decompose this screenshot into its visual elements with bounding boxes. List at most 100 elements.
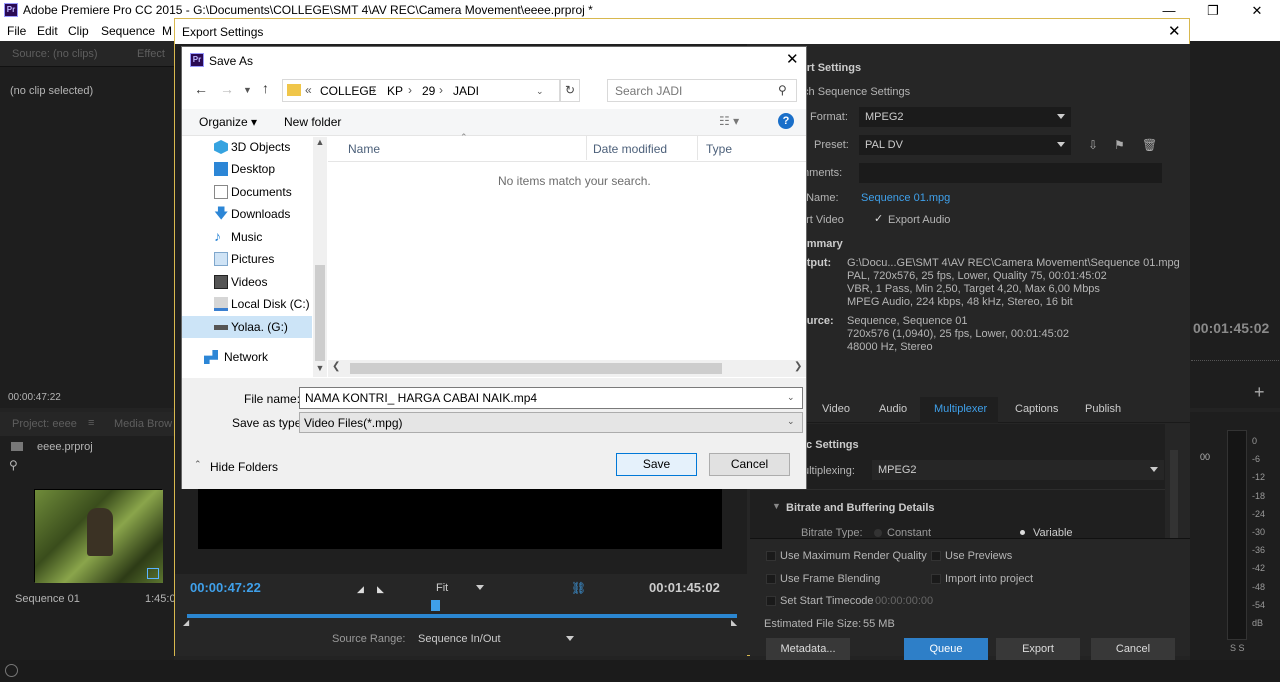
tab-video[interactable]: Video xyxy=(822,403,850,415)
column-divider[interactable] xyxy=(697,136,698,160)
tree-local-disk[interactable]: Local Disk (C:) xyxy=(182,293,312,315)
path-kp[interactable]: KP xyxy=(387,84,403,98)
settings-scrollbar[interactable] xyxy=(1170,450,1178,538)
path-29[interactable]: 29 xyxy=(422,84,435,98)
max-render-checkbox[interactable] xyxy=(766,551,776,561)
save-type-dropdown-icon[interactable]: ⌄ xyxy=(787,416,795,427)
import-preset-icon[interactable]: ⚑ xyxy=(1114,138,1125,152)
multiplexing-dropdown[interactable]: MPEG2 xyxy=(872,460,1164,480)
tree-yolaa-drive[interactable]: Yolaa. (G:) xyxy=(182,316,312,338)
column-name[interactable]: Name xyxy=(348,142,380,156)
close-window-button[interactable]: ✕ xyxy=(1234,0,1280,21)
output-name-link[interactable]: Sequence 01.mpg xyxy=(861,192,950,204)
previews-checkbox[interactable] xyxy=(931,551,941,561)
previews-label[interactable]: Use Previews xyxy=(945,550,1012,562)
panel-menu-icon[interactable]: ≡ xyxy=(88,417,94,429)
timeline-bar[interactable] xyxy=(187,614,737,618)
list-scroll-thumb[interactable] xyxy=(350,363,722,374)
column-type[interactable]: Type xyxy=(706,142,732,156)
save-preset-icon[interactable]: ⇩ xyxy=(1088,138,1098,152)
save-as-close-icon[interactable]: ✕ xyxy=(786,50,799,68)
match-sequence-label[interactable]: tch Sequence Settings xyxy=(800,86,910,98)
tree-network[interactable]: Network xyxy=(182,346,312,368)
overflow-chevron[interactable]: « xyxy=(305,83,312,97)
frame-blending-label[interactable]: Use Frame Blending xyxy=(780,573,880,585)
scroll-left-icon[interactable]: ❮ xyxy=(332,361,340,372)
bitrate-header[interactable]: Bitrate and Buffering Details xyxy=(786,502,935,514)
forward-icon[interactable]: → xyxy=(220,81,234,97)
list-h-scrollbar[interactable]: ❮ ❯ xyxy=(328,360,806,377)
out-point-marker[interactable]: ◣ xyxy=(731,618,737,627)
tab-captions[interactable]: Captions xyxy=(1015,403,1058,415)
scroll-right-icon[interactable]: ❯ xyxy=(794,361,802,372)
add-panel-icon[interactable]: + xyxy=(1254,382,1265,403)
export-cancel-button[interactable]: Cancel xyxy=(1091,638,1175,660)
tab-effect[interactable]: Effect xyxy=(137,48,165,60)
search-box[interactable]: Search JADI ⚲ xyxy=(607,79,797,102)
import-project-checkbox[interactable] xyxy=(931,574,941,584)
scroll-up-icon[interactable]: ▲ xyxy=(313,137,327,151)
crop-icon[interactable]: ⛓ xyxy=(571,581,586,595)
playhead-handle[interactable] xyxy=(431,600,440,611)
max-render-label[interactable]: Use Maximum Render Quality xyxy=(780,550,927,562)
tab-source[interactable]: Source: (no clips) xyxy=(12,48,98,60)
tree-pictures[interactable]: Pictures xyxy=(182,248,312,270)
scroll-down-icon[interactable]: ▼ xyxy=(313,363,327,377)
preset-dropdown[interactable]: PAL DV xyxy=(859,135,1071,155)
clip-thumbnail[interactable] xyxy=(34,489,163,583)
help-icon[interactable]: ? xyxy=(778,113,794,129)
refresh-icon[interactable]: ↻ xyxy=(560,79,580,102)
column-divider[interactable] xyxy=(586,136,587,160)
tree-documents[interactable]: Documents xyxy=(182,181,312,203)
expand-triangle-icon[interactable]: ▼ xyxy=(772,501,781,511)
view-options-icon[interactable]: ☷ ▾ xyxy=(719,114,739,128)
metadata-button[interactable]: Metadata... xyxy=(766,638,850,660)
import-project-label[interactable]: Import into project xyxy=(945,573,1033,585)
search-icon[interactable]: ⚲ xyxy=(778,83,787,97)
hide-folders-button[interactable]: Hide Folders xyxy=(210,460,278,474)
comments-input[interactable] xyxy=(859,163,1162,183)
back-icon[interactable]: ← xyxy=(194,81,208,97)
path-jadi[interactable]: JADI xyxy=(453,84,479,98)
frame-blending-checkbox[interactable] xyxy=(766,574,776,584)
menu-edit[interactable]: Edit xyxy=(37,24,58,38)
tree-videos[interactable]: Videos xyxy=(182,271,312,293)
search-icon[interactable]: ⚲ xyxy=(9,458,18,472)
constant-radio[interactable] xyxy=(874,529,882,537)
export-close-icon[interactable]: ✕ xyxy=(1168,22,1181,40)
organize-button[interactable]: Organize ▾ xyxy=(199,115,257,129)
path-college[interactable]: COLLEGE xyxy=(320,84,377,98)
tab-project[interactable]: Project: eeee xyxy=(12,418,77,430)
file-name-input[interactable]: NAMA KONTRI_ HARGA CABAI NAIK.mp4 ⌄ xyxy=(299,387,803,409)
tree-3d-objects[interactable]: 3D Objects xyxy=(182,136,312,158)
menu-clip[interactable]: Clip xyxy=(68,24,89,38)
tab-multiplexer[interactable]: Multiplexer xyxy=(934,403,987,415)
tree-desktop[interactable]: Desktop xyxy=(182,158,312,180)
queue-button[interactable]: Queue xyxy=(904,638,988,660)
current-timecode[interactable]: 00:00:47:22 xyxy=(190,580,261,595)
source-range-dropdown[interactable]: Sequence In/Out xyxy=(412,629,580,649)
variable-radio[interactable] xyxy=(1020,530,1025,535)
address-bar[interactable]: « COLLEGE › KP › 29 › JADI ⌄ xyxy=(282,79,560,102)
tab-publish[interactable]: Publish xyxy=(1085,403,1121,415)
tree-music[interactable]: ♪ Music xyxy=(182,226,312,248)
menu-more[interactable]: M xyxy=(162,24,172,38)
delete-preset-icon[interactable]: 🗑 xyxy=(1142,138,1157,152)
up-icon[interactable]: ↑ xyxy=(262,80,269,96)
in-point-marker[interactable]: ◢ xyxy=(183,618,189,627)
export-audio-check-icon[interactable]: ✓ xyxy=(874,212,883,225)
tree-scroll-thumb[interactable] xyxy=(315,265,325,361)
file-name-dropdown-icon[interactable]: ⌄ xyxy=(787,392,795,403)
tree-scrollbar[interactable]: ▲ ▼ xyxy=(313,137,327,377)
export-audio-label[interactable]: Export Audio xyxy=(888,214,950,226)
start-timecode-checkbox[interactable] xyxy=(766,596,776,606)
save-button[interactable]: Save xyxy=(616,453,697,476)
address-dropdown-icon[interactable]: ⌄ xyxy=(536,86,544,97)
recent-dropdown-icon[interactable]: ▼ xyxy=(243,85,252,95)
menu-file[interactable]: File xyxy=(7,24,26,38)
export-button[interactable]: Export xyxy=(996,638,1080,660)
save-type-dropdown[interactable]: Video Files(*.mpg) ⌄ xyxy=(299,412,803,433)
mark-in-icon[interactable]: ◢ xyxy=(357,584,364,595)
start-timecode-label[interactable]: Set Start Timecode xyxy=(780,595,874,607)
column-date-modified[interactable]: Date modified xyxy=(593,142,667,156)
